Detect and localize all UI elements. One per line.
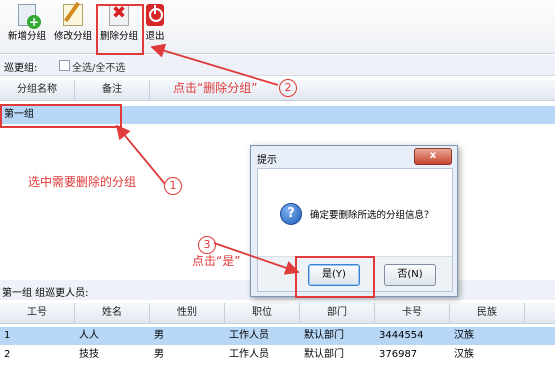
- member-section-title: 第一组 组巡更人员:: [2, 288, 89, 299]
- column-header-filler: [525, 303, 555, 324]
- exit-label: 退出: [145, 31, 165, 42]
- table-row[interactable]: 1 人人 男 工作人员 默认部门 3444554 汉族: [0, 327, 555, 345]
- id-cell: 1: [4, 330, 11, 341]
- step1-number: 1: [164, 177, 182, 195]
- patrol-group-bar: 巡更组: 全选/全不选: [0, 55, 555, 76]
- edit-document-icon: [63, 1, 83, 26]
- question-icon: ?: [280, 203, 302, 225]
- toolbar: + 新增分组 修改分组 ✖ 删除分组 退出: [0, 0, 555, 54]
- column-header-name[interactable]: 姓名: [75, 303, 150, 324]
- edit-group-button[interactable]: 修改分组: [52, 1, 94, 50]
- position-cell: 工作人员: [229, 330, 269, 341]
- department-cell: 默认部门: [304, 330, 344, 341]
- card-cell: 376987: [379, 349, 418, 360]
- gender-cell: 男: [154, 349, 164, 360]
- dialog-close-button[interactable]: x: [414, 148, 452, 165]
- new-group-label: 新增分组: [7, 31, 46, 42]
- patrol-group-label: 巡更组:: [4, 63, 38, 74]
- member-grid: 工号 姓名 性别 职位 部门 卡号 民族 1 人人 男 工作人员 默认部门 34…: [0, 303, 555, 374]
- step3-annotation: 点击“是”: [192, 254, 241, 268]
- new-document-icon: +: [18, 4, 41, 29]
- select-all-checkbox[interactable]: [59, 60, 70, 71]
- select-all-label: 全选/全不选: [72, 63, 126, 74]
- exit-button[interactable]: 退出: [142, 2, 168, 50]
- dialog-message: 确定要删除所选的分组信息？: [310, 210, 434, 221]
- column-header-department[interactable]: 部门: [300, 303, 375, 324]
- name-cell: 人人: [79, 330, 99, 341]
- column-header-group-name[interactable]: 分组名称: [0, 80, 75, 101]
- power-icon: [146, 4, 164, 26]
- position-cell: 工作人员: [229, 349, 269, 360]
- step1-annotation: 选中需要删除的分组: [28, 175, 137, 189]
- column-header-position[interactable]: 职位: [225, 303, 300, 324]
- card-cell: 3444554: [379, 330, 424, 341]
- column-header-remark[interactable]: 备注: [75, 80, 150, 101]
- yes-button-highlight: [295, 256, 375, 298]
- step2-number: 2: [279, 79, 297, 97]
- delete-button-highlight: [96, 4, 144, 55]
- step2-annotation: 点击“删除分组”: [173, 81, 258, 95]
- column-header-gender[interactable]: 性别: [150, 303, 225, 324]
- ethnicity-cell: 汉族: [454, 349, 474, 360]
- no-button[interactable]: 否(N): [384, 264, 436, 286]
- name-cell: 技技: [79, 349, 99, 360]
- id-cell: 2: [4, 349, 11, 360]
- column-header-card[interactable]: 卡号: [375, 303, 450, 324]
- table-row[interactable]: 2 技技 男 工作人员 默认部门 376987 汉族: [0, 346, 555, 364]
- column-header-id[interactable]: 工号: [0, 303, 75, 324]
- edit-group-label: 修改分组: [53, 31, 92, 42]
- new-group-button[interactable]: + 新增分组: [6, 2, 48, 50]
- selected-row-highlight: [0, 104, 122, 128]
- dialog-title: 提示: [257, 155, 277, 166]
- ethnicity-cell: 汉族: [454, 330, 474, 341]
- department-cell: 默认部门: [304, 349, 344, 360]
- gender-cell: 男: [154, 330, 164, 341]
- column-header-ethnicity[interactable]: 民族: [450, 303, 525, 324]
